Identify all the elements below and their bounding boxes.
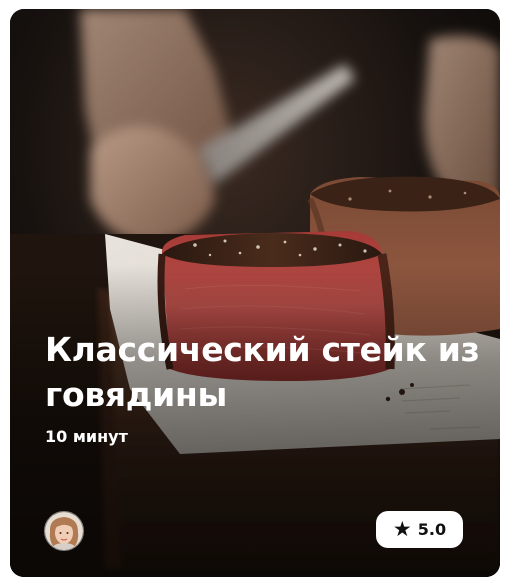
rating-badge[interactable]: ★ 5.0 bbox=[376, 511, 463, 548]
recipe-title: Классический стейк из говядины bbox=[45, 330, 480, 414]
gradient-overlay bbox=[10, 9, 500, 577]
rating-value: 5.0 bbox=[417, 520, 447, 539]
recipe-card[interactable]: Классический стейк из говядины 10 минут … bbox=[10, 9, 500, 577]
cooking-time: 10 минут bbox=[45, 427, 128, 446]
star-icon: ★ bbox=[392, 517, 412, 541]
avatar-image bbox=[45, 512, 83, 550]
author-avatar[interactable] bbox=[44, 511, 84, 551]
